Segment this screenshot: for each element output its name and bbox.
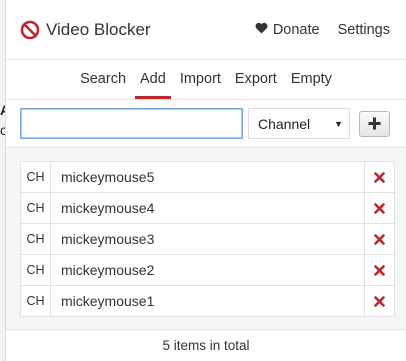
list-item: CH mickeymouse2 (20, 255, 395, 286)
settings-link[interactable]: Settings (338, 22, 390, 38)
list-item: CH mickeymouse4 (20, 193, 395, 224)
close-icon (374, 264, 385, 276)
header-actions: Donate Settings (255, 22, 390, 38)
donate-link[interactable]: Donate (255, 22, 320, 38)
block-icon (20, 20, 40, 40)
list-item: CH mickeymouse5 (20, 162, 395, 193)
header: Video Blocker Donate Settings (6, 0, 406, 60)
delete-item-button[interactable] (365, 224, 394, 254)
type-select[interactable]: Channel ▼ (248, 108, 350, 139)
blocked-list: CH mickeymouse5 CH mickeymouse4 CH micke… (20, 161, 395, 317)
delete-item-button[interactable] (365, 193, 394, 223)
plus-icon (368, 117, 381, 130)
extension-popup: Video Blocker Donate Settings Search Add… (5, 0, 406, 361)
item-type-badge: CH (21, 255, 51, 285)
item-type-badge: CH (21, 286, 51, 316)
close-icon (374, 295, 385, 307)
app-logo: Video Blocker (20, 20, 151, 40)
tab-add[interactable]: Add (133, 71, 173, 99)
item-type-badge: CH (21, 224, 51, 254)
list-footer: 5 items in total (6, 330, 406, 361)
tab-bar: Search Add Import Export Empty (6, 60, 406, 100)
list-item: CH mickeymouse1 (20, 286, 395, 317)
type-select-value: Channel (258, 115, 311, 132)
tab-empty[interactable]: Empty (284, 71, 339, 99)
blocked-list-area: CH mickeymouse5 CH mickeymouse4 CH micke… (6, 148, 406, 330)
item-name: mickeymouse3 (51, 224, 365, 254)
item-name: mickeymouse2 (51, 255, 365, 285)
close-icon (374, 171, 385, 183)
add-button[interactable] (359, 110, 390, 137)
add-item-input[interactable] (20, 108, 243, 139)
dropdown-arrow-icon: ▼ (334, 118, 343, 129)
tab-import[interactable]: Import (173, 71, 228, 99)
add-form: Channel ▼ (6, 100, 406, 148)
app-title: Video Blocker (46, 19, 151, 39)
tab-export[interactable]: Export (228, 71, 284, 99)
close-icon (374, 202, 385, 214)
total-count-label: 5 items in total (162, 338, 250, 353)
item-type-badge: CH (21, 193, 51, 223)
item-name: mickeymouse5 (51, 162, 365, 192)
tab-search[interactable]: Search (73, 71, 133, 99)
heart-icon (255, 22, 273, 38)
item-name: mickeymouse1 (51, 286, 365, 316)
donate-label: Donate (272, 21, 320, 38)
close-icon (374, 233, 385, 245)
item-name: mickeymouse4 (51, 193, 365, 223)
item-type-badge: CH (21, 162, 51, 192)
delete-item-button[interactable] (365, 255, 394, 285)
delete-item-button[interactable] (365, 162, 394, 192)
delete-item-button[interactable] (365, 286, 394, 316)
list-item: CH mickeymouse3 (20, 224, 395, 255)
